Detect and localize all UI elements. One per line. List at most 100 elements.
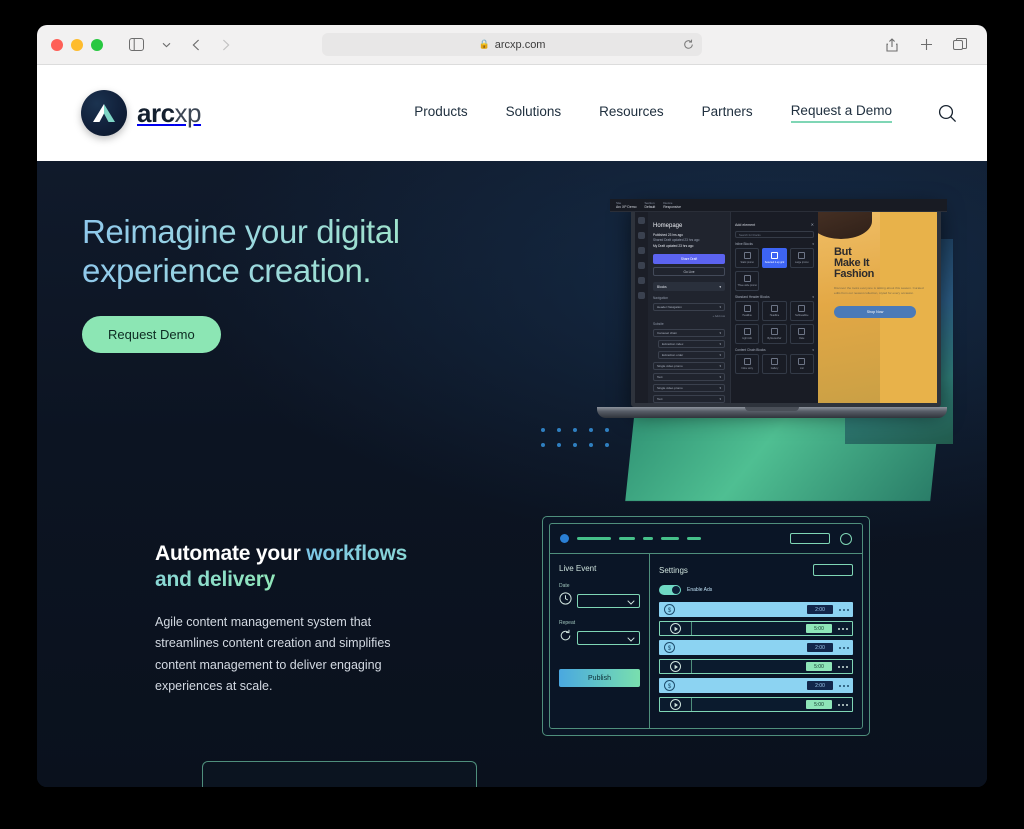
cms-field-label: Text [657, 375, 663, 380]
cms-field-row[interactable]: Single video promo ▾ [653, 362, 725, 371]
play-icon [670, 623, 681, 634]
breadcrumb-dash [687, 537, 701, 540]
more-options-icon[interactable] [839, 684, 849, 687]
rail-icon-media[interactable] [638, 247, 645, 254]
close-icon[interactable]: ✕ [811, 222, 814, 227]
timeline-row-ad[interactable]: $ 2:00 [659, 678, 853, 693]
cms-block-tile[interactable]: Light info [735, 324, 760, 344]
close-window-button[interactable] [51, 38, 63, 51]
url-text: arcxp.com [494, 38, 546, 51]
preview-shop-now-button[interactable]: Shop Now [834, 306, 916, 319]
cms-go-live-button[interactable]: Go Live [653, 267, 725, 277]
more-options-icon[interactable] [839, 646, 849, 649]
sidebar-toggle-icon[interactable] [123, 33, 149, 57]
cms-block-tile[interactable]: Subheadline [789, 301, 814, 321]
tab-overview-icon[interactable] [947, 33, 973, 57]
rail-icon-settings[interactable] [638, 277, 645, 284]
cms-share-draft-button[interactable]: Share Draft [653, 254, 725, 265]
cms-block-tile[interactable]: Gallery [762, 354, 787, 374]
rail-icon-layout[interactable] [638, 262, 645, 269]
cms-block-tile[interactable]: Large promo [789, 248, 814, 268]
plus-icon[interactable] [913, 33, 939, 57]
nav-item-solutions[interactable]: Solutions [506, 104, 562, 122]
cms-block-tile[interactable]: Inline story [735, 354, 760, 374]
minimize-window-button[interactable] [71, 38, 83, 51]
cms-field-row[interactable]: Extraction order ▾ [658, 351, 725, 360]
cms-block-tile[interactable]: Headline [735, 301, 760, 321]
cms-block-tile-selected[interactable]: Selected 2-up grid [762, 248, 787, 268]
svg-text:$: $ [668, 646, 672, 652]
cms-tile-grid-inline: Static promo Selected 2-up grid Large pr… [735, 248, 814, 291]
chevron-down-icon: ▾ [719, 397, 721, 402]
cms-topbar-section[interactable]: Section Default [644, 201, 655, 210]
request-demo-button[interactable]: Request Demo [82, 316, 221, 354]
more-options-icon[interactable] [838, 703, 848, 706]
cms-field-label: Extraction index [662, 342, 684, 347]
laptop-screen: Site Arc XP Demo Section Default Device … [610, 199, 947, 407]
timeline-row-clip[interactable]: 5:00 [659, 697, 853, 712]
cms-block-tile[interactable]: Headline [762, 301, 787, 321]
cms-field-row[interactable]: Extraction index ▾ [658, 340, 725, 349]
nav-item-request-a-demo[interactable]: Request a Demo [790, 103, 892, 123]
cms-blocks-section-header[interactable]: Blocks ▾ [653, 282, 725, 292]
reload-icon[interactable] [683, 39, 694, 50]
timeline-row-clip[interactable]: 5:00 [659, 621, 853, 636]
preview-heading-line3: Fashion [834, 268, 875, 281]
date-select[interactable] [577, 594, 640, 608]
cms-field-label: Single video promo [657, 364, 683, 369]
cms-tile-grid-content: Inline story Gallery List [735, 354, 814, 374]
cms-add-row-link[interactable]: + Add row [653, 314, 725, 318]
cms-blocks-panel-title: Add element [735, 222, 756, 227]
timeline-row-ad[interactable]: $ 2:00 [659, 640, 853, 655]
share-icon[interactable] [879, 33, 905, 57]
chevron-down-icon: ▾ [719, 353, 721, 358]
enable-ads-toggle[interactable] [659, 585, 681, 595]
cms-topbar-device[interactable]: Device Responsive [663, 201, 681, 210]
search-icon[interactable] [938, 104, 957, 123]
repeat-select[interactable] [577, 631, 640, 645]
cms-navigation-field[interactable]: Header Navigation ▾ [653, 303, 725, 312]
topbar-avatar-icon[interactable] [840, 532, 852, 545]
nav-item-products[interactable]: Products [414, 104, 467, 122]
cms-block-tile[interactable]: Date [789, 324, 814, 344]
cms-block-tile[interactable]: Byline/author [762, 324, 787, 344]
more-options-icon[interactable] [838, 627, 848, 630]
more-options-icon[interactable] [838, 665, 848, 668]
address-bar[interactable]: 🔒 arcxp.com [322, 33, 702, 56]
hero-section: Reimagine your digital experience creati… [82, 213, 400, 354]
rail-icon-pages[interactable] [638, 217, 645, 224]
cms-block-tile[interactable]: List [789, 354, 814, 374]
maximize-window-button[interactable] [91, 38, 103, 51]
nav-item-resources[interactable]: Resources [599, 104, 664, 122]
chevron-down-icon[interactable] [153, 33, 179, 57]
brand-logo-link[interactable]: arcxp [81, 90, 202, 136]
live-event-topbar [550, 524, 862, 554]
cms-page-title: Homepage [653, 223, 683, 229]
svg-text:$: $ [668, 608, 672, 614]
nav-item-partners[interactable]: Partners [702, 104, 753, 122]
settings-action-button[interactable] [813, 564, 853, 576]
cms-block-search-input[interactable]: Search for blocks [735, 231, 814, 238]
back-arrow-icon[interactable] [183, 33, 209, 57]
cms-field-row[interactable]: Carousel chain ▾ [653, 329, 725, 338]
forward-arrow-icon[interactable] [213, 33, 239, 57]
cms-topbar-section-value: Default [644, 204, 656, 209]
rail-icon-help[interactable] [638, 292, 645, 299]
cms-field-row[interactable]: Text ▾ [653, 395, 725, 403]
cms-field-row[interactable]: Single video promo ▾ [653, 384, 725, 393]
rail-icon-blocks[interactable] [638, 232, 645, 239]
cms-block-tile[interactable]: Three wide promo [735, 271, 760, 291]
row-duration-badge: 2:00 [807, 643, 833, 652]
timeline-row-ad[interactable]: $ 2:00 [659, 602, 853, 617]
more-options-icon[interactable] [839, 608, 849, 611]
enable-ads-label: Enable Ads [687, 587, 713, 593]
cms-block-tile[interactable]: Static promo [735, 248, 760, 268]
cms-field-row[interactable]: Text ▾ [653, 373, 725, 382]
publish-button[interactable]: Publish [559, 669, 640, 687]
topbar-action-button[interactable] [790, 533, 830, 544]
hero-headline: Reimagine your digital experience creati… [82, 213, 400, 290]
timeline-row-clip[interactable]: 5:00 [659, 659, 853, 674]
cms-navigation-field-value: Header Navigation [657, 305, 682, 310]
cms-topbar-site[interactable]: Site Arc XP Demo [616, 201, 636, 210]
next-section-card-peek [202, 761, 477, 787]
